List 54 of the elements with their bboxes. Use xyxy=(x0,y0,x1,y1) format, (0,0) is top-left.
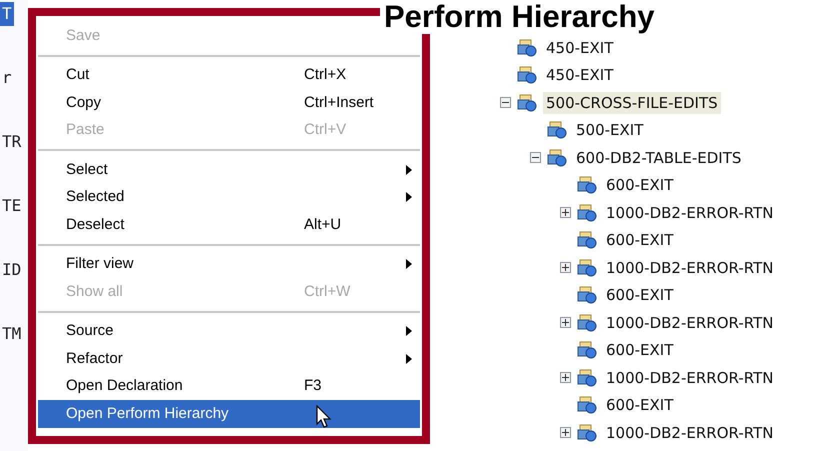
code-fragment: TM xyxy=(1,323,22,345)
tree-item[interactable]: 1000-DB2-ERROR-RTN xyxy=(603,422,776,444)
plus-toggle-icon[interactable] xyxy=(560,317,571,328)
paragraph-node-icon xyxy=(547,148,567,167)
paragraph-node-icon xyxy=(577,368,597,387)
tree-item[interactable]: 450-EXIT xyxy=(543,36,616,59)
tree-item[interactable]: 600-DB2-TABLE-EDITS xyxy=(573,146,744,169)
menu-item[interactable]: Refactor xyxy=(38,345,420,372)
menu-item[interactable]: Open Perform Hierarchy xyxy=(38,400,420,428)
paragraph-node-icon xyxy=(577,286,597,304)
paragraph-node-icon xyxy=(517,66,537,84)
menu-item[interactable]: Selected xyxy=(38,184,420,211)
minus-toggle-icon[interactable] xyxy=(530,152,541,164)
paragraph-node-icon xyxy=(577,176,597,194)
tree-item[interactable]: 1000-DB2-ERROR-RTN xyxy=(603,366,776,389)
paragraph-node-icon xyxy=(547,121,567,140)
tree-item[interactable]: 1000-DB2-ERROR-RTN xyxy=(603,312,776,334)
code-fragment: r xyxy=(1,67,13,89)
menu-item[interactable]: Select xyxy=(38,156,420,184)
paragraph-node-icon xyxy=(577,258,597,277)
paragraph-node-icon xyxy=(517,94,537,112)
code-fragment: ID xyxy=(1,259,22,281)
tree-item[interactable]: 600-EXIT xyxy=(603,174,676,196)
menu-item[interactable]: Deselect Alt+U xyxy=(38,211,420,238)
menu-item[interactable]: Open Declaration F3 xyxy=(38,372,420,400)
minus-toggle-icon[interactable] xyxy=(500,97,511,108)
tree-item[interactable]: 1000-DB2-ERROR-RTN xyxy=(603,256,776,279)
tree-item[interactable]: 600-EXIT xyxy=(603,394,676,416)
tree-item[interactable]: 500-EXIT xyxy=(573,119,646,142)
tree-item[interactable]: 600-EXIT xyxy=(603,339,676,362)
paragraph-node-icon xyxy=(577,314,597,332)
code-fragment: TE xyxy=(1,195,22,217)
paragraph-node-icon xyxy=(577,231,597,250)
tree-item[interactable]: 1000-DB2-ERROR-RTN xyxy=(603,202,776,224)
menu-item[interactable]: Source xyxy=(38,318,420,345)
menu-item[interactable]: Filter view xyxy=(38,250,420,278)
menu-item[interactable]: Copy Ctrl+Insert xyxy=(38,89,420,116)
plus-toggle-icon[interactable] xyxy=(560,372,571,384)
tree-item[interactable]: 600-EXIT xyxy=(603,284,676,306)
paragraph-node-icon xyxy=(577,424,597,442)
menu-item[interactable]: Cut Ctrl+X xyxy=(38,62,420,89)
plus-toggle-icon[interactable] xyxy=(560,207,571,218)
plus-toggle-icon[interactable] xyxy=(560,262,571,274)
code-fragment: T xyxy=(0,2,14,26)
paragraph-node-icon xyxy=(577,396,597,414)
tree-item[interactable]: 600-EXIT xyxy=(603,229,676,252)
paragraph-node-icon xyxy=(577,204,597,222)
paragraph-node-icon xyxy=(517,38,537,57)
tree-item[interactable]: 450-EXIT xyxy=(543,64,616,86)
plus-toggle-icon[interactable] xyxy=(560,427,571,438)
tree-item[interactable]: 500-CROSS-FILE-EDITS xyxy=(543,92,721,114)
code-fragment: TR xyxy=(1,131,22,153)
paragraph-node-icon xyxy=(577,341,597,360)
mouse-cursor-icon xyxy=(316,405,332,429)
